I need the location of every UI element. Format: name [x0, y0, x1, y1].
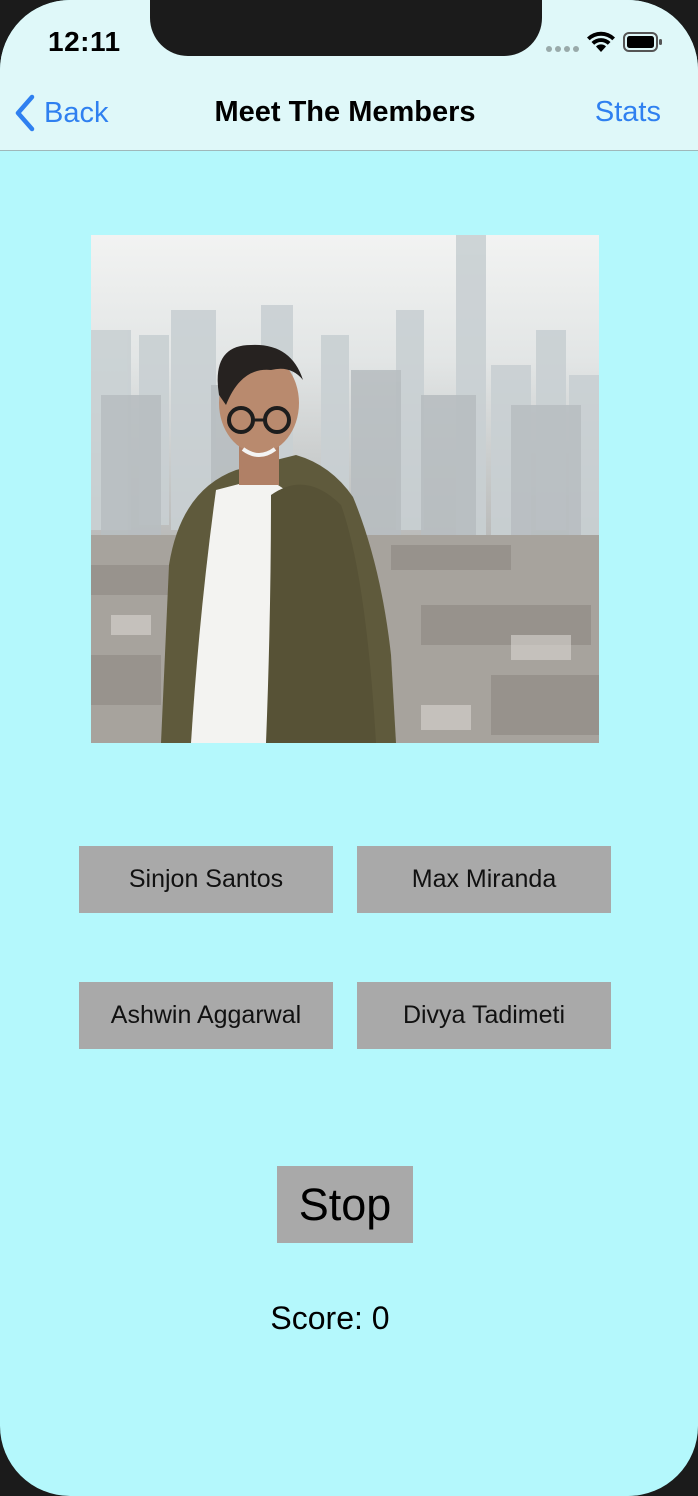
- page-title: Meet The Members: [214, 96, 476, 128]
- phone-screen: 12:11 Back Meet The Members Stats Sinjon…: [0, 0, 698, 1496]
- battery-icon: [623, 32, 662, 52]
- answer-button-4[interactable]: Divya Tadimeti: [357, 982, 611, 1049]
- stats-button[interactable]: Stats: [595, 96, 661, 129]
- answer-button-2[interactable]: Max Miranda: [357, 846, 611, 913]
- score-label: Score: 0: [270, 1300, 390, 1336]
- device-notch: [150, 0, 542, 56]
- answer-button-1[interactable]: Sinjon Santos: [79, 846, 333, 913]
- answer-button-3[interactable]: Ashwin Aggarwal: [79, 982, 333, 1049]
- stop-button[interactable]: Stop: [277, 1166, 413, 1243]
- wifi-icon: [587, 31, 615, 52]
- status-time: 12:11: [48, 26, 121, 57]
- member-photo: [91, 235, 599, 743]
- signal-dots-icon: [546, 46, 579, 52]
- navigation-bar: 12:11 Back Meet The Members Stats: [0, 0, 698, 151]
